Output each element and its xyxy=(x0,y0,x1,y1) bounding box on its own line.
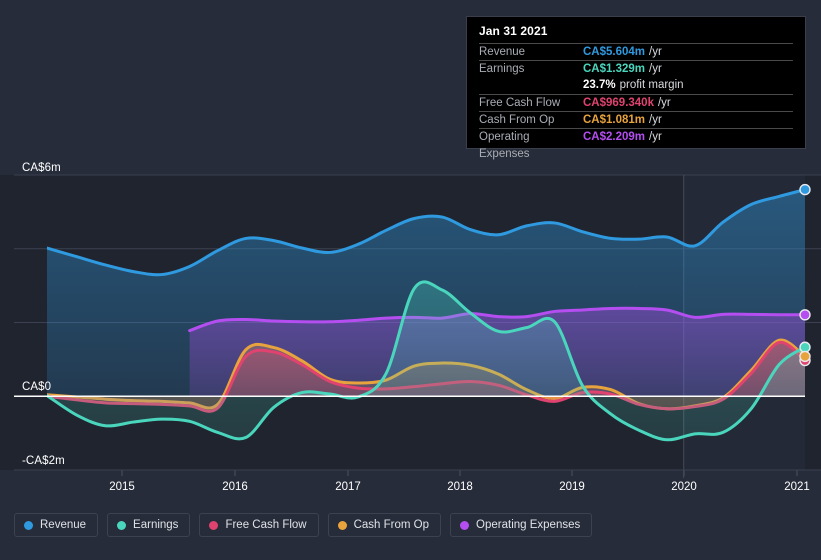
legend-item-revenue[interactable]: Revenue xyxy=(14,513,99,537)
tooltip-row-label: Cash From Op xyxy=(479,114,555,126)
tooltip-row: 23.7% profit margin xyxy=(479,77,793,94)
x-axis-tick-label: 2018 xyxy=(447,481,473,493)
x-axis-tick-label: 2017 xyxy=(335,481,361,493)
legend-item-free-cash-flow[interactable]: Free Cash Flow xyxy=(199,513,319,537)
legend-item-label: Cash From Op xyxy=(353,519,430,531)
legend-item-label: Free Cash Flow xyxy=(225,519,307,531)
x-axis-tick-label: 2015 xyxy=(109,481,135,493)
tooltip-row-value: CA$2.209m xyxy=(583,131,646,143)
tooltip-row-value: CA$1.081m xyxy=(583,114,646,126)
tooltip-row-label: Operating Expenses xyxy=(479,131,530,160)
tooltip-row-unit: /yr xyxy=(649,46,662,58)
tooltip-row-unit: /yr xyxy=(649,131,662,143)
y-axis-tick-label: -CA$2m xyxy=(22,455,65,467)
legend-item-earnings[interactable]: Earnings xyxy=(107,513,191,537)
legend-item-label: Earnings xyxy=(133,519,179,531)
y-axis-tick-label: CA$0 xyxy=(22,381,52,393)
tooltip-row: Revenue CA$5.604m/yr xyxy=(479,43,793,60)
legend-color-dot-icon xyxy=(460,520,470,530)
endpoint-marker-revenue xyxy=(799,183,811,196)
chart-legend[interactable]: Revenue Earnings Free Cash Flow Cash From O… xyxy=(14,513,593,537)
tooltip-date: Jan 31 2021 xyxy=(479,24,548,38)
chart-page: CA$6m CA$0 -CA$2m 2015 2016 2017 2018 2019 2020… xyxy=(0,0,821,560)
tooltip-row-label: Revenue xyxy=(479,46,526,58)
endpoint-marker-operating-expenses xyxy=(799,309,811,321)
tooltip-row-unit: profit margin xyxy=(619,79,684,91)
x-axis-tick-label: 2016 xyxy=(222,481,248,493)
legend-item-label: Revenue xyxy=(40,519,87,531)
tooltip-row: Operating Expenses CA$2.209m/yr xyxy=(479,128,793,160)
tooltip-row-unit: /yr xyxy=(649,63,662,75)
x-axis-tick-label: 2019 xyxy=(559,481,585,493)
tooltip-row-value: 23.7% xyxy=(583,79,616,91)
legend-color-dot-icon xyxy=(24,520,33,530)
tooltip-row-unit: /yr xyxy=(657,97,671,109)
x-axis-tick-label: 2020 xyxy=(671,481,697,493)
x-axis-tick-label: 2021 xyxy=(784,481,810,493)
tooltip-row-value: CA$1.329m xyxy=(583,63,646,75)
tooltip-row: Free Cash Flow CA$969.340k/yr xyxy=(479,94,793,111)
tooltip-row-value: CA$5.604m xyxy=(583,46,646,58)
legend-color-dot-icon xyxy=(117,520,127,530)
tooltip-rows: Revenue CA$5.604m/yr Earnings CA$1.329m/yr 2… xyxy=(479,43,793,160)
tooltip-row: Earnings CA$1.329m/yr xyxy=(479,60,793,77)
legend-color-dot-icon xyxy=(337,520,347,530)
y-axis-tick-label: CA$6m xyxy=(22,162,61,174)
tooltip-row-label: Earnings xyxy=(479,63,525,75)
tooltip-row-label: Free Cash Flow xyxy=(479,97,561,109)
legend-color-dot-icon xyxy=(209,520,219,530)
tooltip-row-unit: /yr xyxy=(649,114,662,126)
data-tooltip: Jan 31 2021 Revenue CA$5.604m/yr Earnings C… xyxy=(466,16,806,160)
tooltip-row: Cash From Op CA$1.081m/yr xyxy=(479,111,793,128)
tooltip-row-value: CA$969.340k xyxy=(583,97,654,109)
legend-item-label: Operating Expenses xyxy=(476,519,581,531)
endpoint-marker-cash-from-op xyxy=(799,350,811,363)
legend-item-operating-expenses[interactable]: Operating Expenses xyxy=(450,513,593,537)
legend-item-cash-from-op[interactable]: Cash From Op xyxy=(327,513,442,537)
